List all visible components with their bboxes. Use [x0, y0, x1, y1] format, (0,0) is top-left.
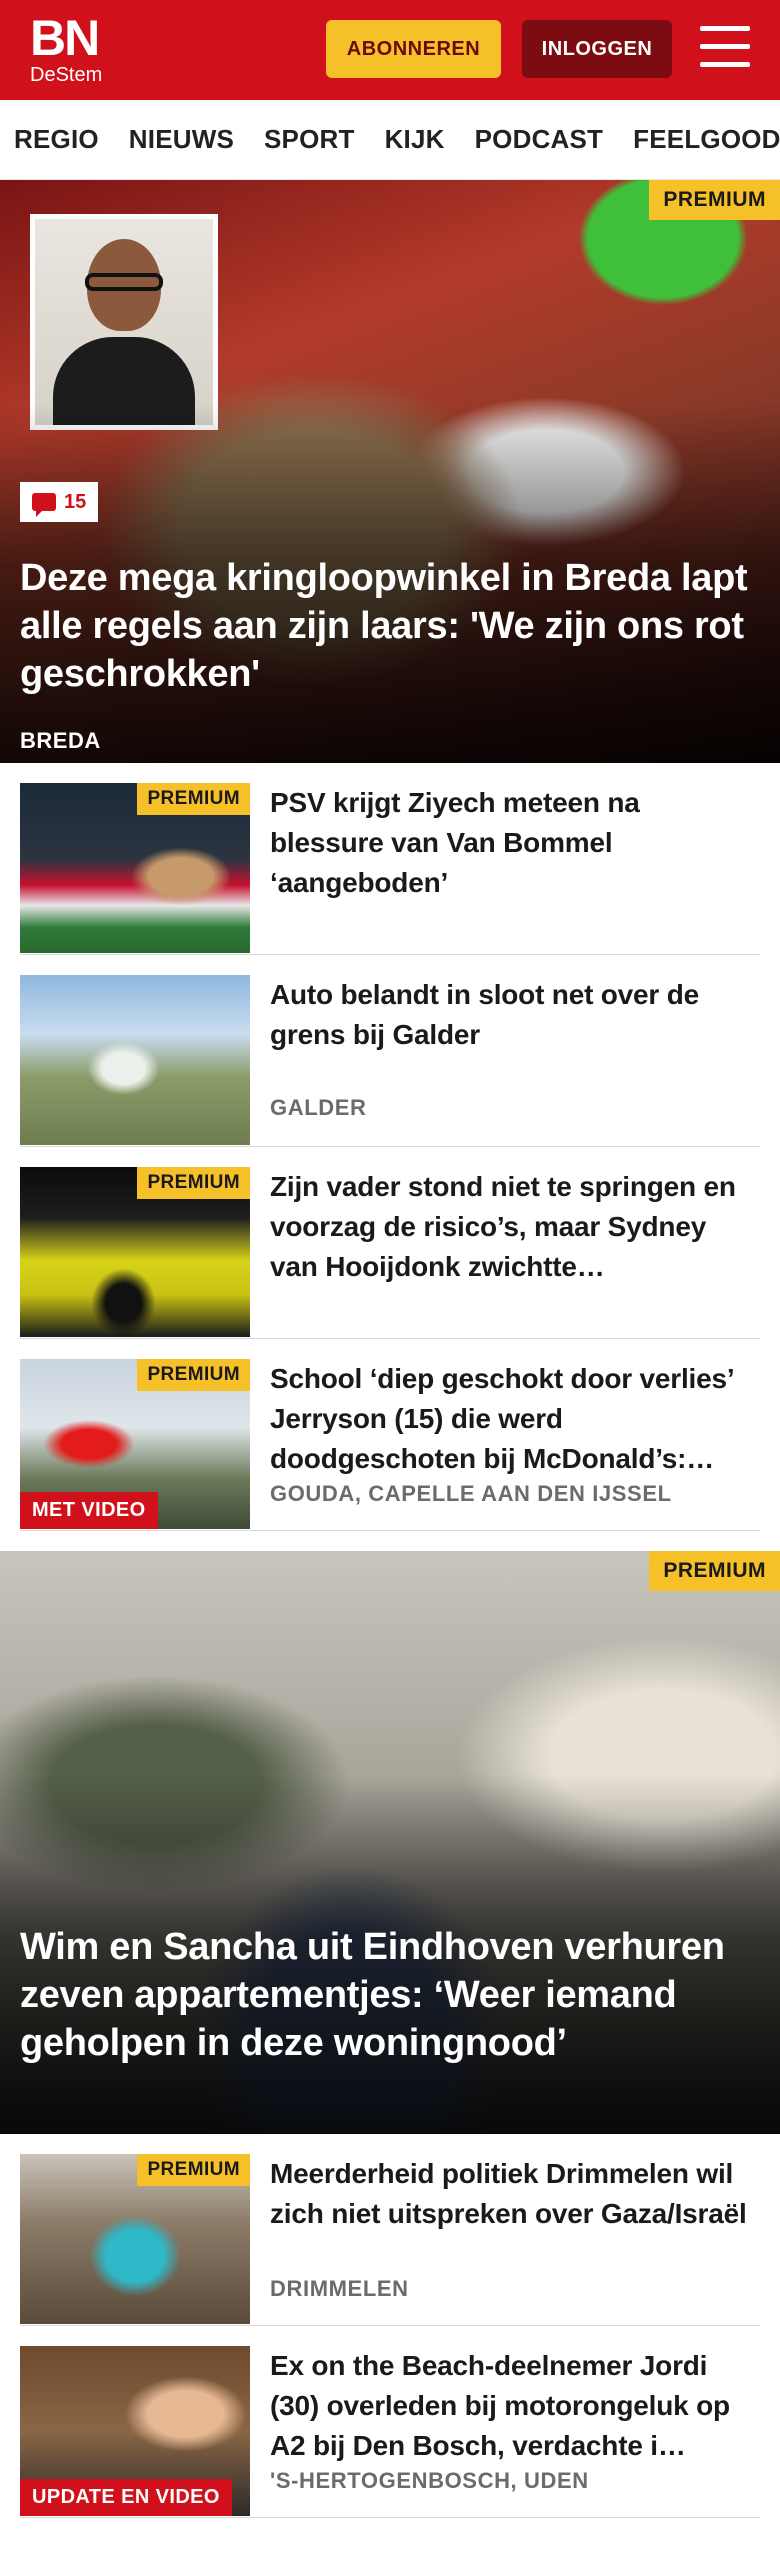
premium-badge: PREMIUM: [649, 1551, 780, 1591]
comment-count-badge[interactable]: 15: [20, 482, 99, 522]
premium-badge: PREMIUM: [137, 1167, 250, 1199]
comment-count: 15: [64, 490, 87, 513]
article-thumbnail: PREMIUM: [20, 1167, 250, 1337]
premium-badge: PREMIUM: [137, 1359, 250, 1391]
list-item[interactable]: PREMIUM MET VIDEO School ‘diep geschokt …: [20, 1339, 760, 1531]
site-header: BN DeStem ABONNEREN INLOGGEN: [0, 0, 780, 100]
nav-item-podcast[interactable]: PODCAST: [475, 124, 604, 155]
article-title[interactable]: School ‘diep geschokt door verlies’ Jerr…: [270, 1359, 760, 1479]
article-title[interactable]: Auto belandt in sloot net over de grens …: [270, 975, 760, 1055]
article-thumbnail: PREMIUM: [20, 2154, 250, 2324]
list-item[interactable]: Auto belandt in sloot net over de grens …: [20, 955, 760, 1147]
premium-badge: PREMIUM: [137, 783, 250, 815]
list-item[interactable]: PREMIUM Zijn vader stond niet te springe…: [20, 1147, 760, 1339]
nav-item-sport[interactable]: SPORT: [264, 124, 355, 155]
nav-item-nieuws[interactable]: NIEUWS: [129, 124, 234, 155]
list-item[interactable]: PREMIUM PSV krijgt Ziyech meteen na bles…: [20, 763, 760, 955]
article-thumbnail: UPDATE EN VIDEO: [20, 2346, 250, 2516]
article-title[interactable]: Zijn vader stond niet te springen en voo…: [270, 1167, 760, 1287]
logo-main: BN: [30, 10, 100, 66]
list-item[interactable]: PREMIUM Meerderheid politiek Drimmelen w…: [20, 2134, 760, 2326]
article-title[interactable]: Meerderheid politiek Drimmelen wil zich …: [270, 2154, 760, 2274]
nav-item-feelgood[interactable]: FEELGOOD: [633, 124, 780, 155]
nav-item-kijk[interactable]: KIJK: [385, 124, 445, 155]
article-title[interactable]: PSV krijgt Ziyech meteen na blessure van…: [270, 783, 760, 903]
comment-icon: [32, 493, 56, 517]
login-button[interactable]: INLOGGEN: [522, 20, 672, 78]
hero-location: BREDA: [20, 728, 101, 753]
nav-item-regio[interactable]: REGIO: [14, 124, 99, 155]
subscribe-button[interactable]: ABONNEREN: [326, 20, 501, 78]
hero-article-2[interactable]: PREMIUM Wim en Sancha uit Eindhoven verh…: [0, 1551, 780, 2134]
article-list-2: PREMIUM Meerderheid politiek Drimmelen w…: [0, 2134, 780, 2518]
article-location: GOUDA, CAPELLE AAN DEN IJSSEL: [270, 1481, 672, 1506]
author-photo: [30, 214, 218, 430]
article-location: GALDER: [270, 1095, 367, 1120]
article-thumbnail: PREMIUM MET VIDEO: [20, 1359, 250, 1529]
article-location: 'S-HERTOGENBOSCH, UDEN: [270, 2468, 589, 2493]
article-title[interactable]: Ex on the Beach-deelnemer Jordi (30) ove…: [270, 2346, 760, 2466]
hero-title[interactable]: Deze mega kringloopwinkel in Breda lapt …: [20, 554, 760, 698]
article-location: DRIMMELEN: [270, 2276, 409, 2301]
article-thumbnail: PREMIUM: [20, 783, 250, 953]
list-item[interactable]: UPDATE EN VIDEO Ex on the Beach-deelneme…: [20, 2326, 760, 2518]
section-nav: REGIO NIEUWS SPORT KIJK PODCAST FEELGOOD: [0, 100, 780, 180]
video-label: MET VIDEO: [20, 1492, 158, 1529]
article-thumbnail: [20, 975, 250, 1145]
article-list-1: PREMIUM PSV krijgt Ziyech meteen na bles…: [0, 763, 780, 1531]
logo-sub: DeStem: [30, 64, 103, 86]
hero-title[interactable]: Wim en Sancha uit Eindhoven verhuren zev…: [20, 1923, 760, 2067]
hero-article-1[interactable]: PREMIUM 15 Deze mega kringloopwinkel in …: [0, 180, 780, 763]
premium-badge: PREMIUM: [649, 180, 780, 220]
premium-badge: PREMIUM: [137, 2154, 250, 2186]
hamburger-icon[interactable]: [700, 26, 750, 72]
video-label: UPDATE EN VIDEO: [20, 2479, 232, 2516]
site-logo[interactable]: BN DeStem: [30, 13, 102, 85]
